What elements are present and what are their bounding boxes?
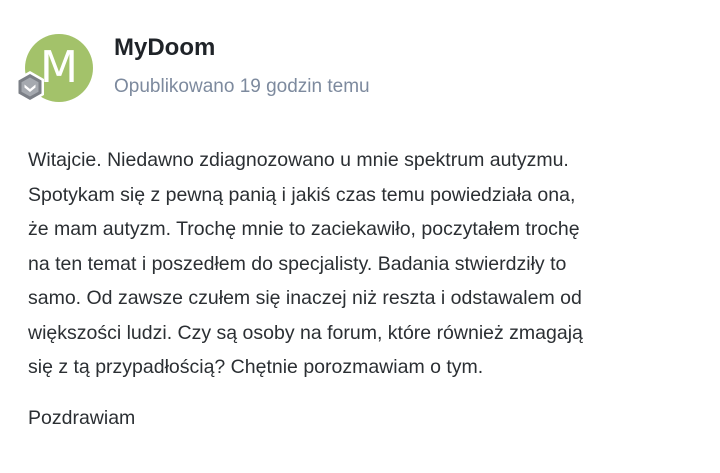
rank-badge-icon [16, 71, 44, 103]
forum-post: M MyDoom Opublikowano 19 godzin temu Wit… [0, 0, 720, 473]
post-text-line: samo. Od zawsze czułem się inaczej niż r… [28, 287, 582, 309]
post-text-line: się z tą przypadłością? Chętnie porozmaw… [28, 356, 484, 378]
post-timestamp: Opublikowano 19 godzin temu [114, 76, 370, 97]
post-signature: Pozdrawiam [28, 407, 136, 429]
post-text-line: większości ludzi. Czy są osoby na forum,… [28, 321, 583, 344]
post-text-line: że mam autyzm. Trochę mnie to zaciekawił… [28, 218, 580, 240]
post-text-line: Spotykam się z pewną panią i jakiś czas … [28, 183, 576, 206]
post-content: Witajcie. Niedawno zdiagnozowano u mnie … [28, 143, 708, 385]
post-text-line: na ten temat i poszedłem do specjalisty.… [28, 252, 567, 275]
post-text-line: Witajcie. Niedawno zdiagnozowano u mnie … [28, 149, 569, 171]
avatar[interactable]: M [16, 34, 93, 103]
author-name[interactable]: MyDoom [114, 34, 215, 62]
post-paragraph: Witajcie. Niedawno zdiagnozowano u mnie … [28, 143, 708, 385]
